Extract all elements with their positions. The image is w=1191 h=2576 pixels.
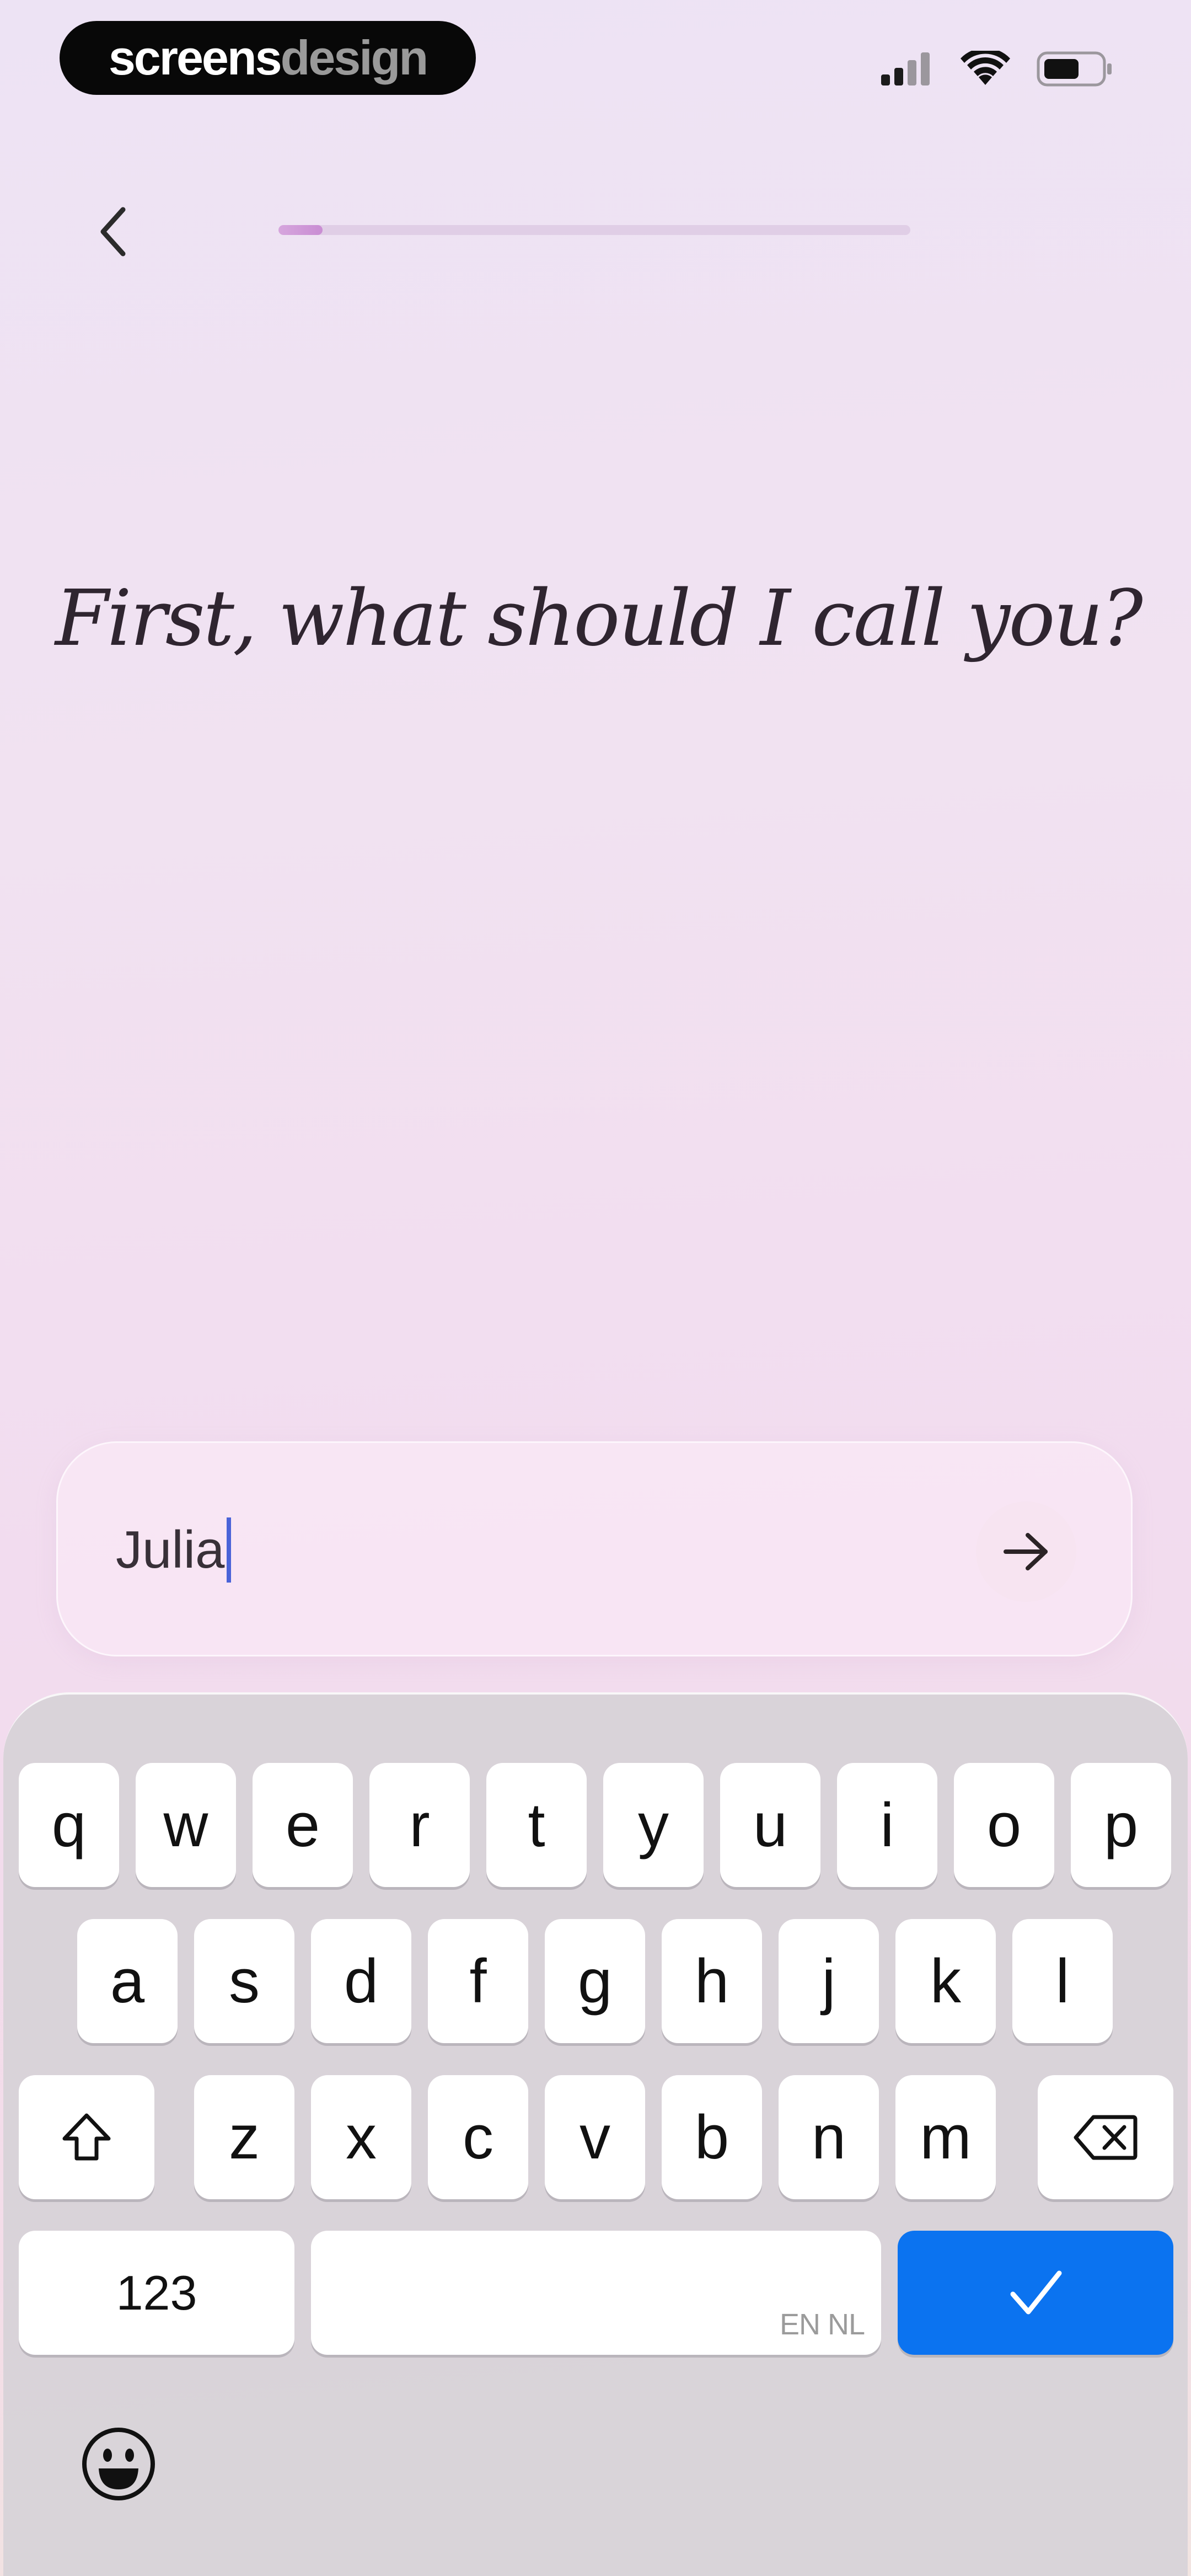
- key-h[interactable]: h: [662, 1919, 762, 2043]
- submit-name-button[interactable]: [976, 1501, 1076, 1602]
- arrow-right-icon: [1004, 1533, 1048, 1570]
- key-v[interactable]: v: [545, 2075, 645, 2199]
- key-c[interactable]: c: [428, 2075, 528, 2199]
- wifi-icon: [961, 51, 1010, 85]
- key-s[interactable]: s: [194, 1919, 294, 2043]
- key-k[interactable]: k: [895, 1919, 996, 2043]
- text-caret: [227, 1517, 232, 1583]
- key-m[interactable]: m: [895, 2075, 996, 2199]
- chevron-left-icon: [100, 207, 126, 256]
- emoji-button[interactable]: [77, 2423, 160, 2505]
- brand-text-secondary: design: [280, 30, 429, 85]
- cellular-signal-icon: [881, 52, 930, 85]
- on-screen-keyboard: 123 EN NL qwertyuiop asdfghjkl zxcvbnm: [3, 1692, 1188, 2576]
- key-d[interactable]: d: [311, 1919, 411, 2043]
- key-i[interactable]: i: [837, 1763, 937, 1887]
- key-r[interactable]: r: [369, 1763, 470, 1887]
- key-l[interactable]: l: [1012, 1919, 1113, 2043]
- key-g[interactable]: g: [545, 1919, 645, 2043]
- key-e[interactable]: e: [253, 1763, 353, 1887]
- key-f[interactable]: f: [428, 1919, 528, 2043]
- key-q[interactable]: q: [19, 1763, 119, 1887]
- key-j[interactable]: j: [779, 1919, 879, 2043]
- space-language-hint: EN NL: [779, 2308, 865, 2341]
- delete-key[interactable]: [1038, 2075, 1173, 2199]
- key-o[interactable]: o: [954, 1763, 1054, 1887]
- key-n[interactable]: n: [779, 2075, 879, 2199]
- progress-bar: [278, 225, 910, 235]
- key-z[interactable]: z: [194, 2075, 294, 2199]
- brand-text-primary: screens: [108, 30, 282, 85]
- key-t[interactable]: t: [486, 1763, 587, 1887]
- backspace-icon: [1074, 2115, 1138, 2160]
- name-input-value[interactable]: Julia: [116, 1514, 232, 1586]
- key-p[interactable]: p: [1071, 1763, 1171, 1887]
- key-u[interactable]: u: [720, 1763, 820, 1887]
- key-w[interactable]: w: [136, 1763, 236, 1887]
- numbers-key[interactable]: 123: [19, 2231, 294, 2355]
- key-a[interactable]: a: [77, 1919, 178, 2043]
- name-input-text: Julia: [116, 1520, 225, 1579]
- key-b[interactable]: b: [662, 2075, 762, 2199]
- checkmark-icon: [1010, 2270, 1062, 2314]
- battery-icon: [1037, 51, 1112, 87]
- key-y[interactable]: y: [603, 1763, 704, 1887]
- shift-key[interactable]: [19, 2075, 154, 2199]
- page-title: First, what should I call you?: [55, 574, 1143, 664]
- progress-bar-fill: [278, 225, 323, 235]
- space-key[interactable]: EN NL: [311, 2231, 881, 2355]
- status-icons: [879, 47, 1114, 91]
- back-button[interactable]: [83, 196, 143, 268]
- done-key[interactable]: [898, 2231, 1173, 2355]
- key-x[interactable]: x: [311, 2075, 411, 2199]
- screensdesign-logo: screens design: [60, 21, 476, 95]
- emoji-icon: [82, 2428, 155, 2500]
- shift-icon: [62, 2113, 111, 2160]
